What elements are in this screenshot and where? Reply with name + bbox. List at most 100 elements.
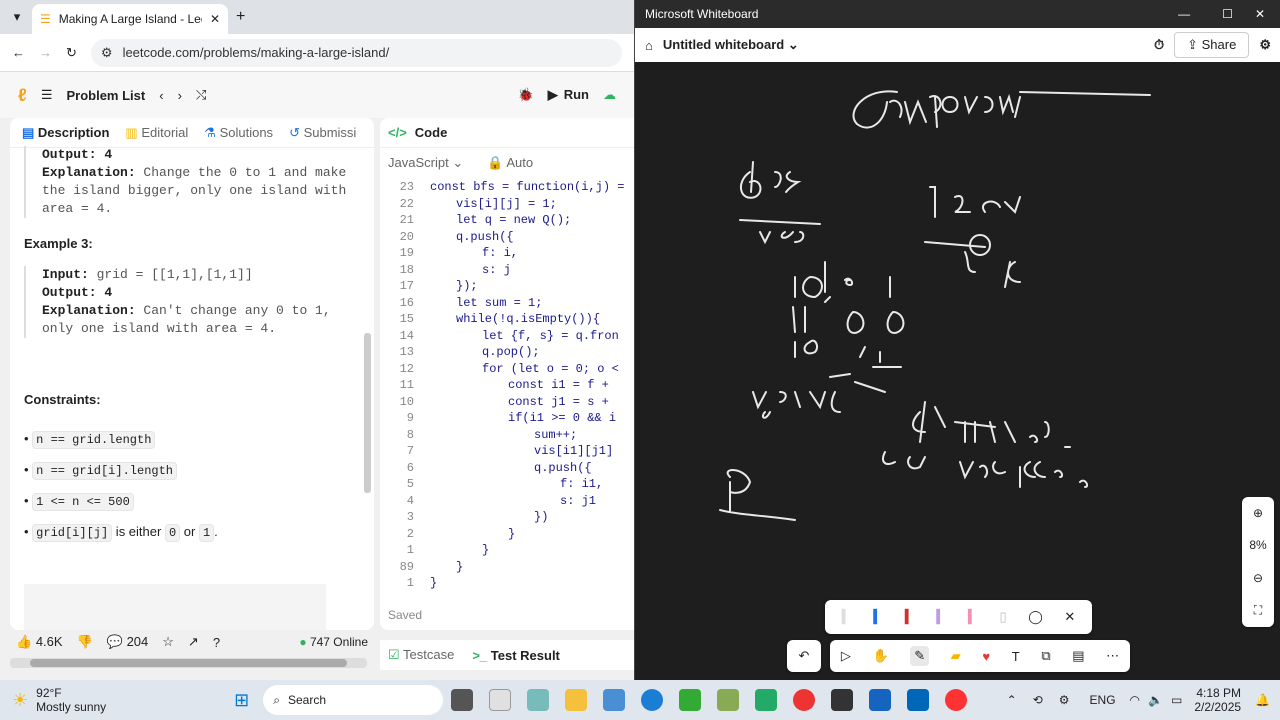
pen-icon[interactable]: ✎ bbox=[910, 646, 930, 666]
eraser-icon[interactable]: ▯ bbox=[1000, 609, 1007, 625]
tray-app-icon[interactable]: ⟲ bbox=[1033, 693, 1043, 707]
tray-app-icon-2[interactable]: ⚙ bbox=[1059, 693, 1070, 707]
sticky-note-icon[interactable]: ▰ bbox=[951, 648, 961, 664]
next-problem-icon[interactable]: › bbox=[178, 88, 182, 103]
pen-blue-icon[interactable]: ▍ bbox=[873, 609, 883, 625]
tab-submissions[interactable]: ↺ Submissi bbox=[289, 125, 356, 141]
pen-red-icon[interactable]: ▍ bbox=[905, 609, 915, 625]
vscode-icon[interactable] bbox=[907, 689, 930, 711]
calculator-icon[interactable] bbox=[489, 689, 512, 711]
notifications-icon[interactable]: 🔔 bbox=[1255, 693, 1270, 707]
debug-icon[interactable]: 🐞 bbox=[518, 87, 534, 103]
clock[interactable]: 4:18 PM 2/2/2025 bbox=[1194, 686, 1241, 714]
board-title[interactable]: Untitled whiteboard ⌄ bbox=[663, 37, 799, 53]
app-icon-4[interactable] bbox=[831, 689, 854, 711]
site-info-icon[interactable]: ⚙ bbox=[101, 45, 113, 61]
tab-solutions[interactable]: ⚗ Solutions bbox=[204, 125, 273, 141]
volume-icon[interactable]: 🔈 bbox=[1148, 693, 1163, 707]
lasso-icon[interactable]: ◯ bbox=[1028, 609, 1043, 625]
share-button[interactable]: ⇪ Share bbox=[1174, 32, 1250, 58]
tab-test-result[interactable]: >_ Test Result bbox=[472, 648, 560, 663]
pen-white-icon[interactable]: ▍ bbox=[842, 609, 852, 625]
shuffle-icon[interactable]: ⤭ bbox=[196, 87, 206, 103]
start-icon[interactable]: ⊞ bbox=[234, 690, 249, 711]
whiteboard-taskbar-icon[interactable] bbox=[869, 689, 892, 711]
home-icon[interactable]: ⌂ bbox=[645, 38, 653, 53]
templates-icon[interactable]: ▤ bbox=[1072, 648, 1084, 664]
code-editor[interactable]: 23 const bfs = function(i,j) = 22 vis[i][j]… bbox=[380, 178, 634, 598]
language-indicator[interactable]: ENG bbox=[1090, 693, 1116, 707]
browser-tab[interactable]: ☰ Making A Large Island - LeetCo ✕ bbox=[32, 4, 228, 34]
comments-button[interactable]: 💬 204 bbox=[107, 634, 149, 650]
weather-widget[interactable]: 92°F Mostly sunny bbox=[36, 686, 106, 714]
line-number: 9 bbox=[406, 411, 414, 425]
wifi-icon[interactable]: ◠ bbox=[1130, 693, 1140, 707]
app-icon-2[interactable] bbox=[717, 689, 740, 711]
undo-button[interactable]: ↶ bbox=[787, 640, 821, 672]
reactions-icon[interactable]: ♥ bbox=[982, 649, 990, 664]
like-button[interactable]: 👍 4.6K bbox=[16, 634, 63, 650]
line-number: 10 bbox=[399, 394, 414, 409]
file-explorer-icon[interactable] bbox=[565, 689, 588, 711]
taskbar-search[interactable]: ⌕ Search bbox=[263, 685, 444, 715]
edge-icon[interactable] bbox=[641, 689, 664, 711]
reload-icon[interactable]: ↻ bbox=[66, 45, 77, 61]
task-view-icon[interactable] bbox=[451, 689, 474, 711]
code-line: for (let o = 0; o < bbox=[482, 361, 619, 376]
notepad-icon[interactable] bbox=[603, 689, 626, 711]
run-button[interactable]: ▶ Run bbox=[548, 87, 589, 103]
highlighter-purple-icon[interactable]: ▍ bbox=[936, 609, 946, 625]
submit-icon[interactable]: ☁ bbox=[603, 87, 616, 103]
app-icon[interactable] bbox=[679, 689, 702, 711]
zoom-in-icon[interactable]: ⊕ bbox=[1253, 506, 1263, 520]
tab-editorial[interactable]: ▥ Editorial bbox=[125, 125, 188, 141]
tab-testcase[interactable]: ☑ Testcase bbox=[388, 647, 454, 663]
description-scrollbar[interactable] bbox=[364, 333, 371, 493]
whiteboard-toolbar: ⌂ Untitled whiteboard ⌄ ⏱ ⇪ Share ⚙ bbox=[635, 28, 1280, 62]
whiteboard-canvas[interactable] bbox=[635, 62, 1280, 680]
tray-chevron-icon[interactable]: ⌃ bbox=[1007, 693, 1017, 707]
minimize-icon[interactable]: — bbox=[1178, 7, 1190, 21]
settings-gear-icon[interactable]: ⚙ bbox=[1259, 37, 1271, 53]
share-icon[interactable]: ↗ bbox=[188, 634, 199, 650]
close-tab-icon[interactable]: ✕ bbox=[210, 12, 220, 26]
line-number: 1 bbox=[406, 543, 414, 557]
battery-icon[interactable]: ▭ bbox=[1171, 693, 1182, 707]
back-icon[interactable]: ← bbox=[12, 45, 25, 60]
problem-list-link[interactable]: Problem List bbox=[66, 88, 145, 103]
close-window-icon[interactable]: ✕ bbox=[1255, 7, 1265, 21]
language-select[interactable]: JavaScript ⌄ bbox=[388, 155, 463, 171]
more-icon[interactable]: ⋯ bbox=[1106, 648, 1119, 664]
code-line: const bfs = function(i,j) = bbox=[430, 180, 625, 194]
select-icon[interactable]: ▷ bbox=[841, 648, 851, 664]
chrome-icon-2[interactable] bbox=[945, 689, 968, 711]
highlighter-pink-icon[interactable]: ▍ bbox=[968, 609, 978, 625]
dislike-icon[interactable]: 👎 bbox=[77, 634, 93, 650]
shapes-icon[interactable]: ⧉ bbox=[1041, 648, 1050, 664]
tab-search-icon[interactable]: ▾ bbox=[8, 8, 26, 26]
snipping-tool-icon[interactable] bbox=[527, 689, 550, 711]
chrome-icon[interactable] bbox=[793, 689, 816, 711]
browser-toolbar: ← → ↻ ⚙ leetcode.com/problems/making-a-l… bbox=[0, 34, 634, 72]
tab-description[interactable]: ▤ Description bbox=[22, 125, 109, 141]
hand-icon[interactable]: ✋ bbox=[872, 648, 888, 664]
horizontal-scrollbar[interactable] bbox=[10, 658, 367, 668]
leetcode-logo-icon[interactable]: ℓ bbox=[18, 85, 27, 106]
app-icon-3[interactable] bbox=[755, 689, 778, 711]
weather-icon[interactable]: ☀ bbox=[12, 690, 28, 711]
star-icon[interactable]: ☆ bbox=[162, 634, 174, 650]
maximize-icon[interactable]: ☐ bbox=[1222, 7, 1233, 21]
new-tab-icon[interactable]: + bbox=[236, 8, 245, 26]
close-tray-icon[interactable]: ✕ bbox=[1064, 609, 1075, 625]
help-icon[interactable]: ? bbox=[213, 635, 220, 650]
prev-problem-icon[interactable]: ‹ bbox=[159, 88, 163, 103]
forward-icon[interactable]: → bbox=[39, 45, 52, 60]
fit-screen-icon[interactable]: ⛶ bbox=[1254, 603, 1262, 618]
auto-toggle[interactable]: 🔒 Auto bbox=[487, 155, 533, 171]
zoom-level: 8% bbox=[1249, 538, 1267, 553]
address-bar[interactable]: ⚙ leetcode.com/problems/making-a-large-i… bbox=[90, 38, 622, 67]
constraint-item: • 1 <= n <= 500 bbox=[24, 486, 218, 517]
timer-icon[interactable]: ⏱ bbox=[1154, 37, 1164, 53]
zoom-out-icon[interactable]: ⊖ bbox=[1253, 571, 1263, 585]
text-icon[interactable]: T bbox=[1012, 649, 1020, 664]
